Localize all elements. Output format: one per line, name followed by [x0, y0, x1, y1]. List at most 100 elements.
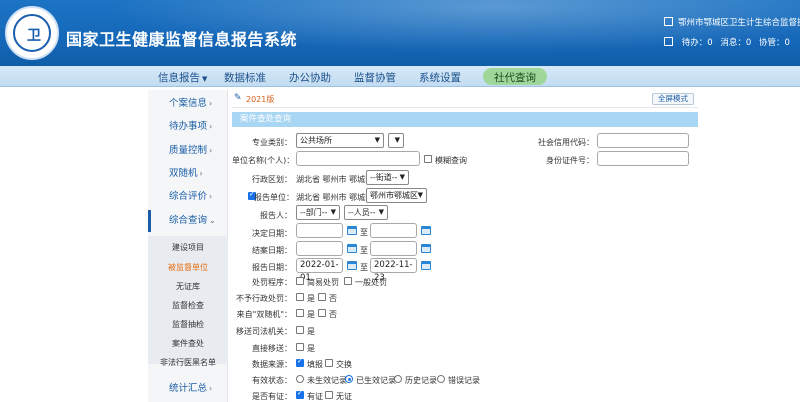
- calendar-icon[interactable]: [421, 261, 431, 270]
- report-date-to[interactable]: 2022-11-23: [370, 258, 417, 283]
- sidebar-sub-sampling[interactable]: 监督抽检: [148, 319, 228, 330]
- valid-status-history-radio[interactable]: [394, 375, 402, 383]
- collab-label[interactable]: 协管：: [759, 38, 785, 48]
- close-date-label: 结案日期：: [252, 246, 292, 255]
- chevron-down-icon: ▼: [399, 173, 405, 181]
- sidebar-item-query[interactable]: 综合查询 ⌄: [148, 210, 228, 232]
- procedure-simple-checkbox[interactable]: [296, 277, 304, 285]
- id-input[interactable]: [597, 151, 689, 166]
- message-label[interactable]: 消息：: [720, 38, 746, 48]
- nav-info-report-label: 信息报告: [158, 72, 200, 84]
- calendar-icon[interactable]: [347, 261, 357, 270]
- reporter-unit-value: 鄂州市鄂城区: [370, 191, 418, 200]
- org-info[interactable]: 鄂州市鄂城区卫生计生综合监督执法局: [664, 16, 800, 28]
- reporter-unit-select[interactable]: 鄂州市鄂城区 ▼: [366, 188, 427, 203]
- credit-code-label: 社会信用代码：: [538, 138, 594, 147]
- sidebar-sub-construction[interactable]: 建设项目: [148, 242, 228, 253]
- street-select[interactable]: --街道-- ▼: [366, 170, 409, 185]
- unit-name-input[interactable]: [296, 151, 420, 166]
- prof-subcategory-select[interactable]: ▼: [388, 133, 404, 148]
- procedure-simple-label: 简易处罚: [307, 278, 339, 287]
- sidebar-item-statistics[interactable]: 统计汇总 ›: [148, 378, 228, 400]
- data-source-exchange-label: 交换: [336, 360, 352, 369]
- transfer-yes-label: 是: [307, 327, 315, 336]
- data-source-fill-checkbox[interactable]: [296, 357, 304, 367]
- transfer-yes-checkbox[interactable]: [296, 326, 304, 334]
- fuzzy-label: 模糊查询: [435, 156, 467, 165]
- report-date-label: 报告日期：: [252, 263, 292, 272]
- chevron-right-icon: ›: [209, 192, 213, 201]
- calendar-icon[interactable]: [347, 244, 357, 253]
- calendar-icon[interactable]: [347, 226, 357, 235]
- sidebar-item-label: 个案信息: [169, 98, 208, 109]
- chevron-right-icon: ›: [209, 146, 213, 155]
- valid-status-error-radio[interactable]: [437, 375, 445, 383]
- todo-count: 0: [707, 38, 713, 48]
- logo-ring: 卫: [13, 14, 51, 52]
- license-no-checkbox[interactable]: [325, 391, 333, 399]
- decision-to-label: 至: [360, 228, 368, 237]
- chevron-right-icon: ›: [209, 384, 213, 393]
- decision-date-to[interactable]: [370, 223, 417, 238]
- credit-code-input[interactable]: [597, 133, 689, 148]
- nav-info-report[interactable]: 信息报告 ▼: [158, 70, 207, 85]
- has-license-label: 是否有证：: [252, 392, 292, 401]
- sidebar-sub-blacklist[interactable]: 非法行医黑名单: [148, 357, 228, 368]
- no-penalty-no-checkbox[interactable]: [318, 293, 326, 301]
- transfer-label: 移送司法机关：: [236, 327, 292, 336]
- person-select[interactable]: --人员-- ▼: [344, 205, 388, 220]
- close-date-to[interactable]: [370, 241, 417, 256]
- year-bar: ✎ 2021版 全屏模式: [232, 90, 698, 108]
- fullscreen-button[interactable]: 全屏模式: [652, 93, 694, 105]
- year-version[interactable]: 2021版: [246, 94, 274, 105]
- chevron-down-icon: ▼: [330, 208, 336, 216]
- valid-status-effective-radio[interactable]: [345, 375, 353, 383]
- fuzzy-checkbox[interactable]: [424, 155, 432, 163]
- data-source-exchange-checkbox[interactable]: [325, 359, 333, 367]
- nav-office-assist[interactable]: 办公协助: [289, 70, 331, 85]
- urgent-yes-checkbox[interactable]: [296, 343, 304, 351]
- sidebar-sub-cases[interactable]: 案件查处: [148, 338, 228, 349]
- nav-data-standard[interactable]: 数据标准: [224, 70, 266, 85]
- from-random-yes-checkbox[interactable]: [296, 309, 304, 317]
- close-date-from[interactable]: [296, 241, 343, 256]
- chevron-down-icon: ⌄: [209, 216, 216, 225]
- valid-status-ineffective-radio[interactable]: [296, 375, 304, 383]
- chevron-right-icon: ›: [209, 122, 213, 131]
- chevron-down-icon: ▼: [374, 136, 380, 144]
- from-random-no-checkbox[interactable]: [318, 309, 326, 317]
- unit-name-label: 单位名称(个人)：: [232, 156, 295, 165]
- no-penalty-no-label: 否: [329, 294, 337, 303]
- prof-category-select[interactable]: 公共场所 ▼: [296, 133, 384, 148]
- sidebar-sub-inspection[interactable]: 监督检查: [148, 300, 228, 311]
- report-date-from[interactable]: 2022-01-01: [296, 258, 343, 283]
- id-label: 身份证件号：: [546, 156, 594, 165]
- sidebar-sub-supervised-unit[interactable]: 被监督单位: [148, 262, 228, 273]
- todo-label[interactable]: 待办：: [682, 38, 708, 48]
- sidebar-item-label: 综合评价: [169, 191, 208, 202]
- sidebar-item-quality[interactable]: 质量控制 ›: [148, 140, 228, 162]
- sidebar-item-random[interactable]: 双随机 ›: [148, 163, 228, 185]
- valid-status-label: 有效状态：: [252, 376, 292, 385]
- dept-select[interactable]: --部门-- ▼: [296, 205, 340, 220]
- sidebar-sub-unlicensed[interactable]: 无证库: [148, 281, 228, 292]
- decision-date-from[interactable]: [296, 223, 343, 238]
- nav-query[interactable]: 社代查询: [483, 68, 547, 85]
- reporter-label: 报告人：: [260, 211, 292, 220]
- nav-supervision-assist[interactable]: 监督协管: [354, 70, 396, 85]
- calendar-icon[interactable]: [421, 244, 431, 253]
- nav-system-settings[interactable]: 系统设置: [419, 70, 461, 85]
- sidebar-item-todo[interactable]: 待办事项 ›: [148, 116, 228, 138]
- calendar-icon[interactable]: [421, 226, 431, 235]
- data-source-label: 数据来源：: [252, 360, 292, 369]
- prof-category-label: 专业类别：: [252, 138, 292, 147]
- sidebar-item-case-info[interactable]: 个案信息 ›: [148, 93, 228, 115]
- sidebar-item-evaluation[interactable]: 综合评价 ›: [148, 186, 228, 208]
- license-yes-checkbox[interactable]: [296, 389, 304, 399]
- collab-count: 0: [784, 38, 790, 48]
- no-penalty-yes-checkbox[interactable]: [296, 293, 304, 301]
- prof-category-value: 公共场所: [300, 136, 332, 145]
- procedure-general-checkbox[interactable]: [344, 277, 352, 285]
- decision-date-label: 决定日期：: [252, 229, 292, 238]
- pencil-icon: ✎: [234, 93, 242, 103]
